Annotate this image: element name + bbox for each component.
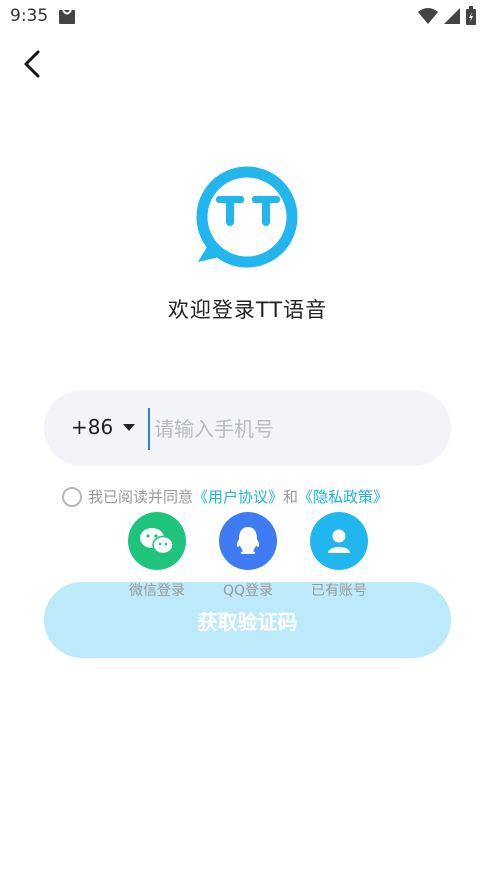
qq-login-label: QQ登录 xyxy=(222,583,274,599)
wechat-login-button[interactable]: 微信登录 xyxy=(117,512,197,600)
agreement-prefix: 我已阅读并同意 xyxy=(88,488,194,506)
existing-account-label: 已有账号 xyxy=(311,583,367,599)
privacy-policy-link[interactable]: 《隐私政策》 xyxy=(298,486,388,507)
status-icons xyxy=(417,6,477,26)
country-code-text: +86 xyxy=(71,415,114,439)
agreement-checkbox[interactable] xyxy=(62,486,82,507)
wechat-icon xyxy=(128,512,186,570)
wifi-icon xyxy=(418,8,438,24)
country-code-selector[interactable]: +86 xyxy=(71,415,136,439)
tt-logo xyxy=(194,166,298,268)
phone-input-box: +86 xyxy=(44,390,451,466)
back-button[interactable] xyxy=(14,44,54,84)
qq-icon xyxy=(219,512,277,570)
wechat-login-label: 微信登录 xyxy=(129,583,185,599)
user-icon xyxy=(310,512,368,570)
signal-icon xyxy=(444,8,460,24)
status-time: 9:35 xyxy=(10,6,49,26)
agreement-and: 和 xyxy=(283,488,299,506)
battery-icon xyxy=(466,6,476,25)
existing-account-button[interactable]: 已有账号 xyxy=(299,512,379,600)
chevron-down-icon xyxy=(123,423,136,431)
agreement-row: 我已阅读并同意 《用户协议》 和 《隐私政策》 xyxy=(62,486,388,507)
notification-bag-icon xyxy=(59,9,75,24)
user-agreement-link[interactable]: 《用户协议》 xyxy=(193,486,283,507)
qq-login-button[interactable]: QQ登录 xyxy=(208,512,288,600)
back-arrow-icon xyxy=(24,50,40,78)
status-bar: 9:35 xyxy=(0,0,495,34)
phone-input[interactable] xyxy=(148,408,436,450)
welcome-title: 欢迎登录TT语音 xyxy=(167,298,328,322)
